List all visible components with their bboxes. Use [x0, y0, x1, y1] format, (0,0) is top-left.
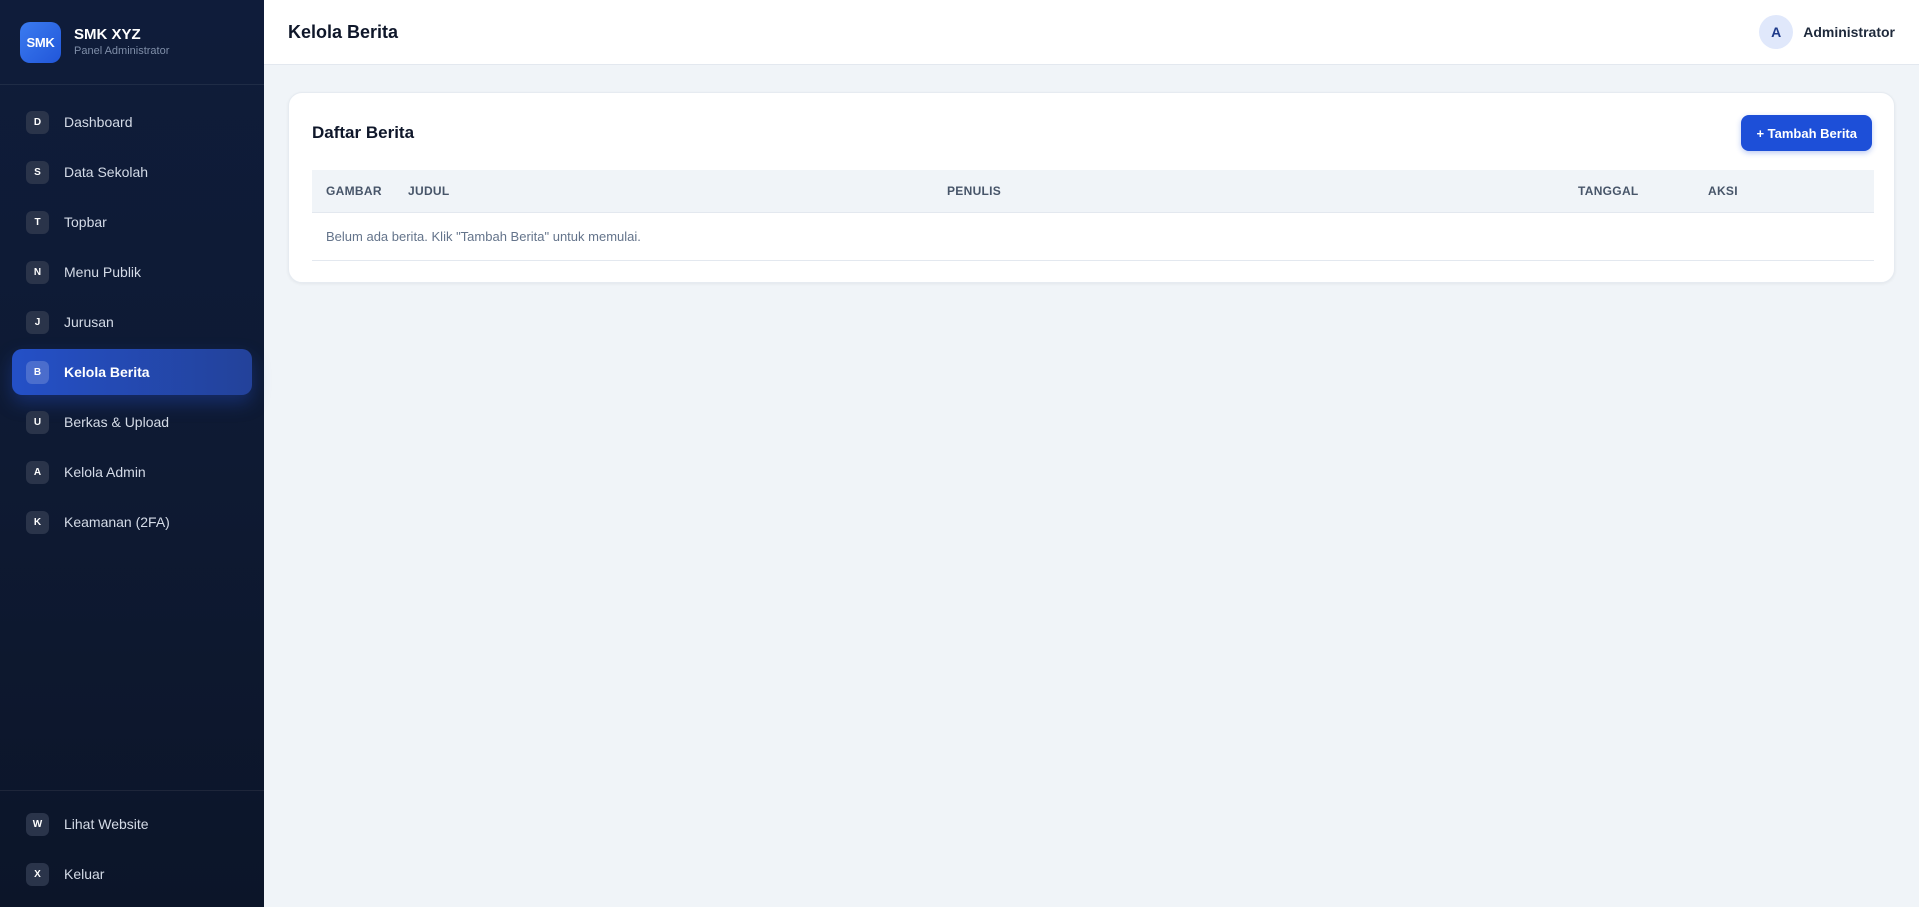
empty-state-message: Belum ada berita. Klik "Tambah Berita" u…: [326, 229, 641, 244]
card-title: Daftar Berita: [312, 123, 415, 142]
sidebar-item-label: Data Sekolah: [64, 164, 149, 180]
topbar-icon: T: [26, 210, 49, 234]
logout-icon: X: [26, 862, 49, 886]
sidebar-item-kelola-admin[interactable]: A Kelola Admin: [12, 449, 252, 495]
sidebar-item-dashboard[interactable]: D Dashboard: [12, 99, 252, 145]
sidebar-item-label: Dashboard: [64, 114, 133, 130]
add-news-button[interactable]: + Tambah Berita: [1741, 115, 1872, 151]
sidebar-item-jurusan[interactable]: J Jurusan: [12, 299, 252, 345]
sidebar-item-topbar[interactable]: T Topbar: [12, 199, 252, 245]
sidebar-item-data-sekolah[interactable]: S Data Sekolah: [12, 149, 252, 195]
column-header-gambar: GAMBAR: [326, 184, 382, 198]
kelola-berita-icon: B: [26, 360, 49, 384]
sidebar-item-label: Lihat Website: [64, 816, 149, 832]
sidebar-item-label: Keamanan (2FA): [64, 514, 170, 530]
sidebar-bottom-nav: W Lihat Website X Keluar: [0, 790, 264, 901]
column-header-aksi: AKSI: [1708, 184, 1738, 198]
user-menu[interactable]: A Administrator: [1759, 15, 1895, 49]
sidebar-item-berkas-upload[interactable]: U Berkas & Upload: [12, 399, 252, 445]
keamanan-icon: K: [26, 510, 49, 534]
top-header: Kelola Berita A Administrator: [264, 0, 1919, 65]
table-header: GAMBAR JUDUL PENULIS TANGGAL AKSI: [312, 170, 1874, 213]
sidebar-item-label: Kelola Admin: [64, 464, 146, 480]
sidebar-item-label: Jurusan: [64, 314, 114, 330]
sidebar-item-label: Kelola Berita: [64, 364, 150, 380]
sidebar-item-label: Keluar: [64, 866, 105, 882]
data-sekolah-icon: S: [26, 160, 49, 184]
sidebar-item-keamanan[interactable]: K Keamanan (2FA): [12, 499, 252, 545]
brand[interactable]: SMK SMK XYZ Panel Administrator: [0, 0, 264, 85]
berkas-upload-icon: U: [26, 410, 49, 434]
sidebar-item-label: Berkas & Upload: [64, 414, 170, 430]
website-icon: W: [26, 812, 49, 836]
brand-subtitle: Panel Administrator: [74, 45, 170, 57]
brand-text: SMK XYZ Panel Administrator: [74, 26, 169, 58]
column-header-tanggal: TANGGAL: [1578, 184, 1639, 198]
user-name: Administrator: [1803, 24, 1895, 40]
jurusan-icon: J: [26, 310, 49, 334]
dashboard-icon: D: [26, 110, 49, 134]
avatar: A: [1759, 15, 1794, 49]
sidebar: SMK SMK XYZ Panel Administrator D Dashbo…: [0, 0, 264, 907]
sidebar-nav: D Dashboard S Data Sekolah T Topbar N Me…: [12, 99, 252, 549]
news-table: GAMBAR JUDUL PENULIS TANGGAL AKSI Belum …: [312, 170, 1874, 261]
sidebar-item-label: Topbar: [64, 214, 107, 230]
sidebar-item-label: Menu Publik: [64, 264, 142, 280]
sidebar-item-lihat-website[interactable]: W Lihat Website: [12, 801, 252, 847]
column-header-penulis: PENULIS: [947, 184, 1002, 198]
card-header: Daftar Berita + Tambah Berita: [312, 115, 1872, 151]
kelola-admin-icon: A: [26, 460, 49, 484]
table-row: Belum ada berita. Klik "Tambah Berita" u…: [312, 213, 1874, 261]
brand-title: SMK XYZ: [74, 26, 141, 43]
sidebar-item-menu-publik[interactable]: N Menu Publik: [12, 249, 252, 295]
sidebar-item-keluar[interactable]: X Keluar: [12, 851, 252, 897]
menu-publik-icon: N: [26, 260, 49, 284]
column-header-judul: JUDUL: [408, 184, 450, 198]
sidebar-item-kelola-berita[interactable]: B Kelola Berita: [12, 349, 252, 395]
page-title: Kelola Berita: [288, 21, 399, 42]
news-list-card: Daftar Berita + Tambah Berita GAMBAR JUD…: [288, 92, 1895, 283]
brand-logo: SMK: [20, 21, 61, 63]
